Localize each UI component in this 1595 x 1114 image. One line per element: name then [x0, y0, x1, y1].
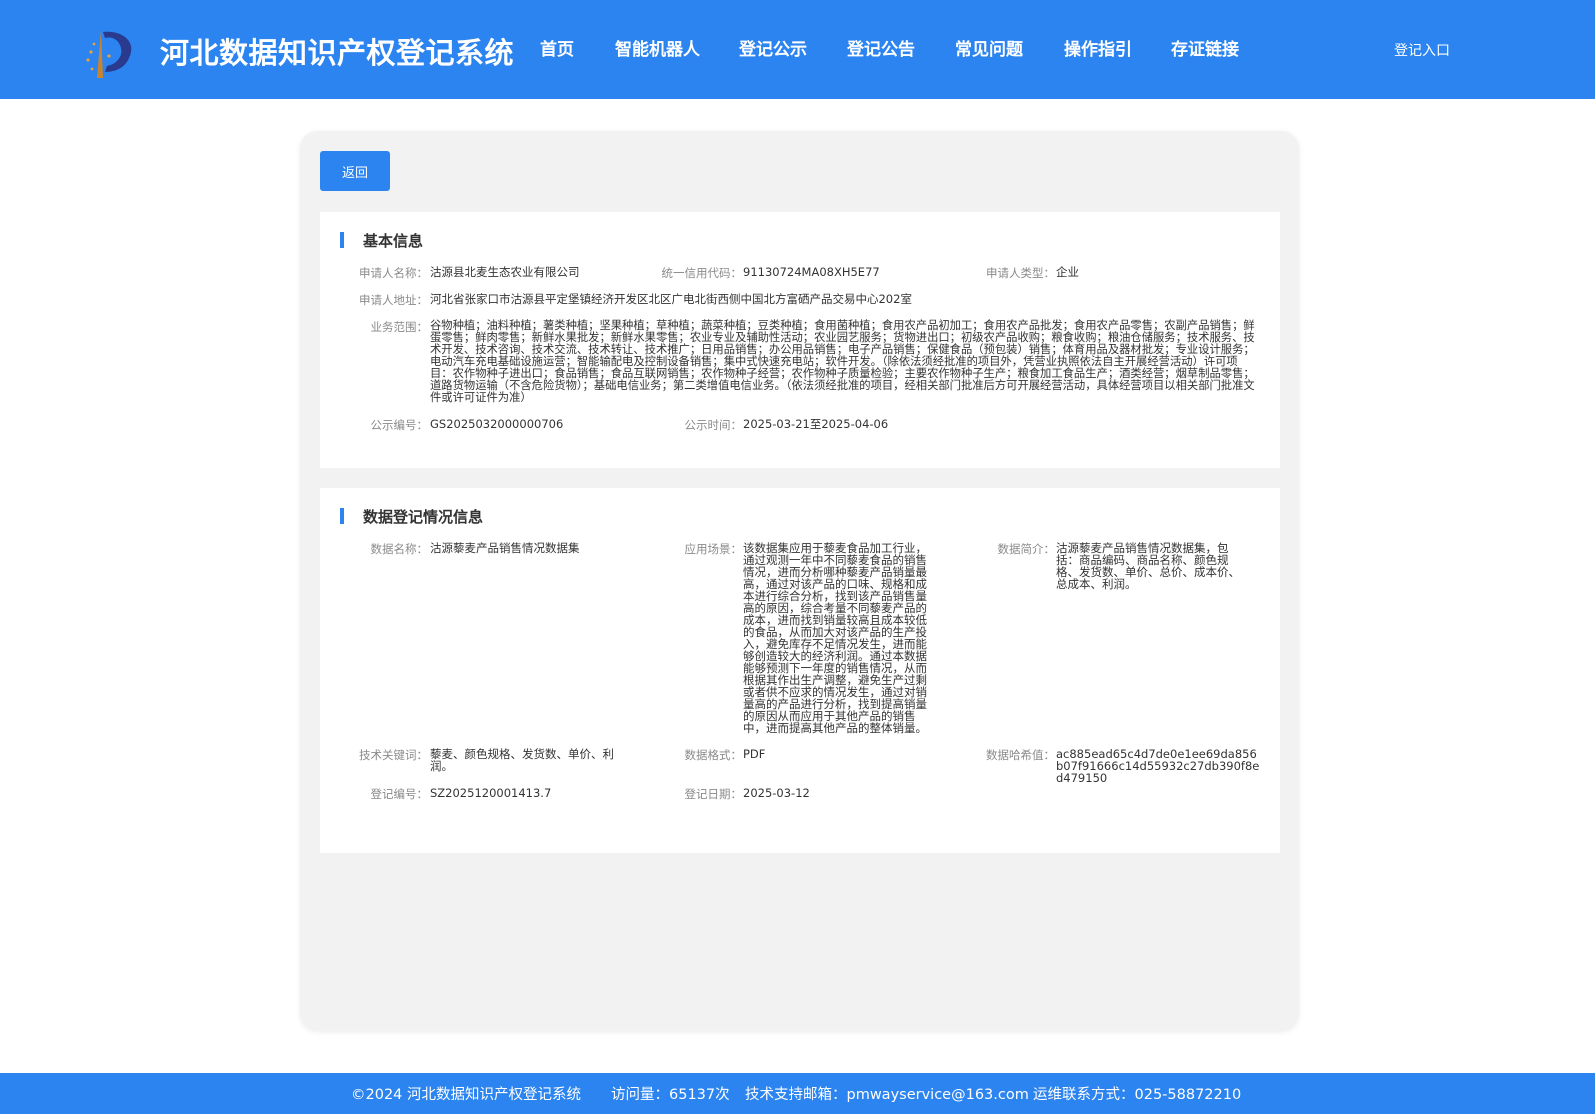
applicant-type-label: 申请人类型： [986, 266, 1055, 280]
registration-number-value: SZ2025120001413.7 [430, 786, 552, 800]
data-format-value: PDF [743, 747, 766, 761]
site-title[interactable]: 河北数据知识产权登记系统 [160, 30, 514, 72]
nav-smart-robot[interactable]: 智能机器人 [615, 35, 700, 60]
applicant-name-label: 申请人名称： [359, 266, 428, 280]
footer-ops-contact: 运维联系方式：025-58872210 [1033, 1087, 1242, 1103]
business-scope-value: 谷物种植；油料种植；薯类种植；坚果种植；草种植；蔬菜种植；豆类种植；食用菌种植；… [430, 319, 1255, 404]
business-scope-label: 业务范围： [370, 320, 429, 334]
data-name-label: 数据名称： [370, 542, 429, 556]
data-registration-title: 数据登记情况信息 [363, 508, 484, 526]
notice-number-value: GS2025032000000706 [430, 417, 564, 431]
data-summary-value: 沽源藜麦产品销售情况数据集，包括：商品编码、商品名称、颜色规格、发货数、单价、总… [1056, 541, 1240, 591]
notice-number-label: 公示编号： [370, 418, 429, 432]
application-scenario-value: 该数据集应用于藜麦食品加工行业，通过观测一年中不同藜麦食品的销售情况，进而分析哪… [743, 541, 927, 735]
section-marker [340, 232, 344, 248]
applicant-address-label: 申请人地址： [359, 293, 428, 307]
notice-time-label: 公示时间： [684, 418, 743, 432]
top-header: 河北数据知识产权登记系统 首页 智能机器人 登记公示 登记公告 常见问题 操作指… [0, 0, 1595, 99]
nav-registration-announcement[interactable]: 登记公告 [847, 35, 915, 60]
tech-keywords-value: 藜麦、颜色规格、发货数、单价、利润。 [430, 747, 614, 773]
footer-support-email: 技术支持邮箱：pmwayservice@163.com [745, 1087, 1029, 1103]
page-footer: ©2024 河北数据知识产权登记系统 访问量：65137次 技术支持邮箱：pmw… [0, 1073, 1595, 1114]
registration-date-value: 2025-03-12 [743, 786, 810, 800]
detail-panel: 返回 基本信息 申请人名称： 沽源县北麦生态农业有限公司 统一信用代码： 911… [300, 131, 1299, 1031]
application-scenario-label: 应用场景： [684, 542, 743, 556]
footer-copyright: ©2024 河北数据知识产权登记系统 [351, 1087, 582, 1103]
nav-faq[interactable]: 常见问题 [955, 35, 1023, 60]
registration-date-label: 登记日期： [684, 787, 743, 801]
notice-time-value: 2025-03-21至2025-04-06 [743, 417, 889, 431]
data-hash-value: ac885ead65c4d7de0e1ee69da856b07f91666c14… [1056, 747, 1260, 785]
nav-registration-publicity[interactable]: 登记公示 [739, 35, 807, 60]
credit-code-label: 统一信用代码： [661, 266, 743, 280]
data-summary-label: 数据简介： [997, 542, 1056, 556]
credit-code-value: 91130724MA08XH5E77 [743, 265, 880, 279]
basic-info-card: 基本信息 申请人名称： 沽源县北麦生态农业有限公司 统一信用代码： 911307… [320, 212, 1280, 468]
login-link[interactable]: 登记入口 [1394, 40, 1450, 60]
nav-operation-guide[interactable]: 操作指引 [1064, 35, 1132, 60]
footer-visit-count: 访问量：65137次 [611, 1087, 730, 1103]
data-format-label: 数据格式： [684, 748, 743, 762]
nav-home[interactable]: 首页 [540, 35, 574, 60]
data-name-value: 沽源藜麦产品销售情况数据集 [430, 541, 580, 555]
data-registration-card: 数据登记情况信息 数据名称： 沽源藜麦产品销售情况数据集 应用场景： 该数据集应… [320, 488, 1280, 853]
applicant-address-value: 河北省张家口市沽源县平定堡镇经济开发区北区广电北街西侧中国北方富硒产品交易中心2… [430, 292, 912, 306]
section-marker [340, 508, 344, 524]
tech-keywords-label: 技术关键词： [359, 748, 428, 762]
site-logo[interactable] [83, 26, 137, 80]
back-button[interactable]: 返回 [320, 151, 390, 191]
data-hash-label: 数据哈希值： [986, 748, 1055, 762]
applicant-type-value: 企业 [1056, 265, 1079, 279]
applicant-name-value: 沽源县北麦生态农业有限公司 [430, 265, 580, 279]
registration-number-label: 登记编号： [370, 787, 429, 801]
basic-info-title: 基本信息 [363, 232, 424, 250]
nav-evidence-link[interactable]: 存证链接 [1171, 35, 1239, 60]
